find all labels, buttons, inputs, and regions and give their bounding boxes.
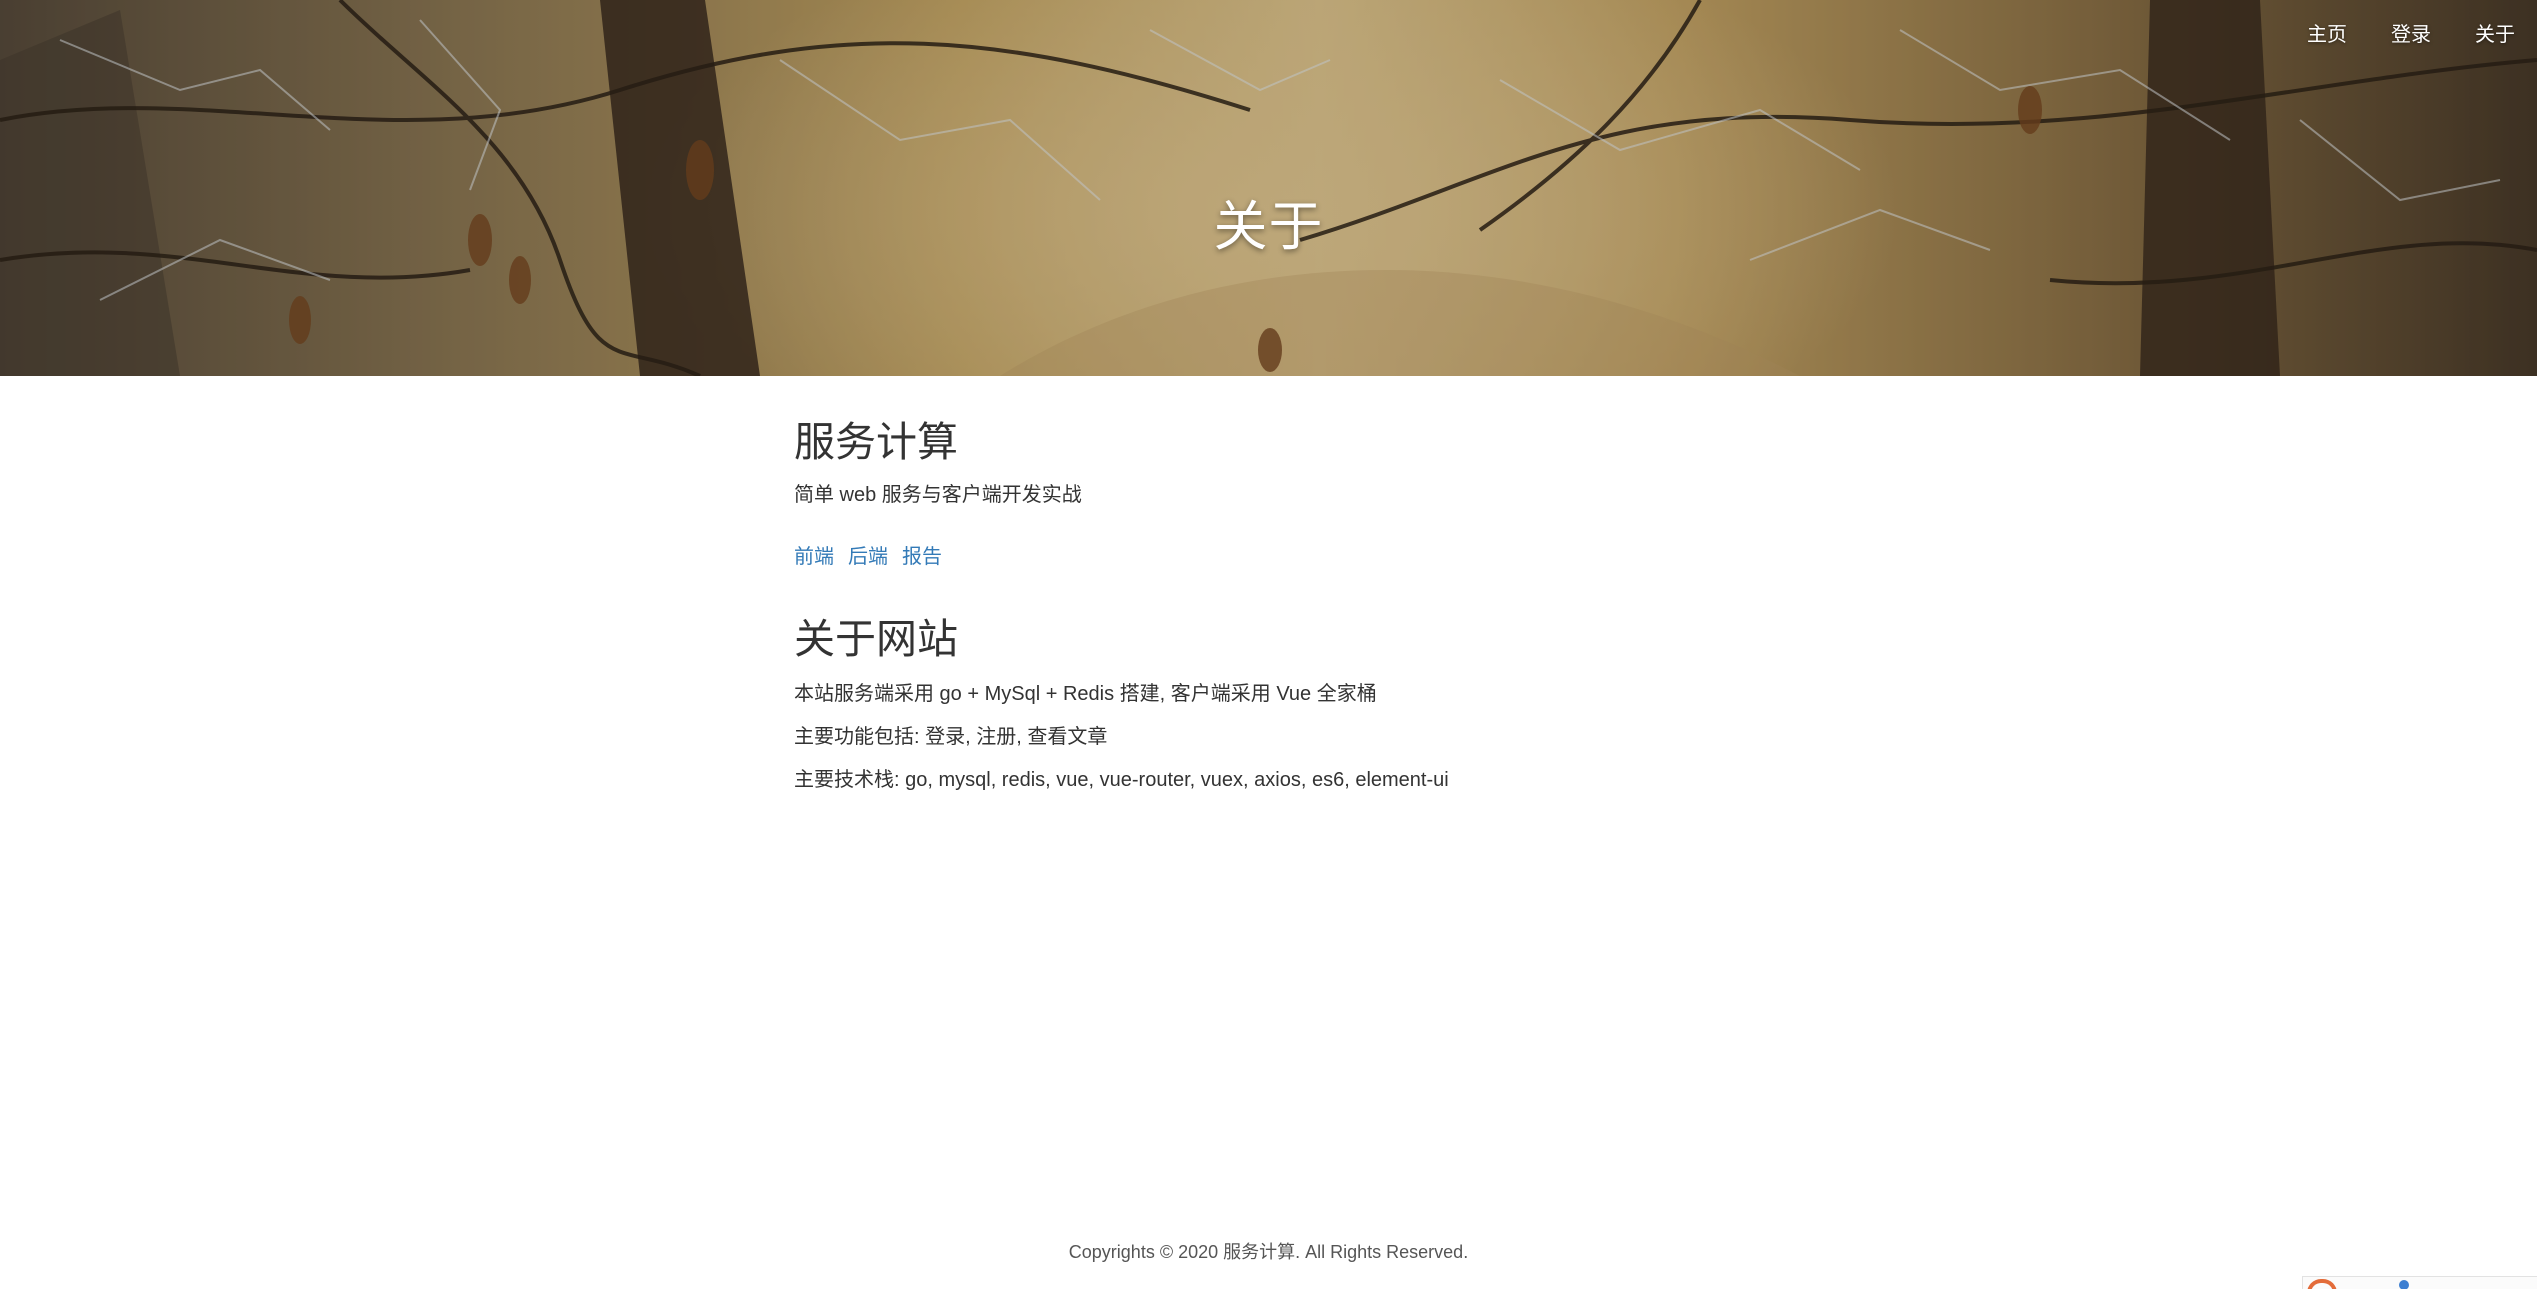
nav-login-link[interactable]: 登录	[2369, 16, 2453, 49]
backend-link[interactable]: 后端	[848, 540, 888, 569]
report-link[interactable]: 报告	[902, 540, 942, 569]
corner-widget[interactable]	[2302, 1276, 2537, 1289]
frontend-link[interactable]: 前端	[794, 540, 834, 569]
widget-dot-icon	[2399, 1280, 2409, 1289]
main-content: 服务计算 简单 web 服务与客户端开发实战 前端 后端 报告 关于网站 本站服…	[794, 419, 1744, 792]
nav-about-link[interactable]: 关于	[2453, 16, 2537, 49]
about-section: 关于网站 本站服务端采用 go + MySql + Redis 搭建, 客户端采…	[794, 616, 1744, 792]
course-section: 服务计算 简单 web 服务与客户端开发实战 前端 后端 报告	[794, 419, 1744, 569]
top-nav: 主页 登录 关于	[2285, 16, 2537, 49]
widget-logo-icon	[2307, 1279, 2337, 1289]
hero-banner: 主页 登录 关于 关于	[0, 0, 2537, 376]
course-title: 服务计算	[794, 419, 958, 465]
course-links: 前端 后端 报告	[794, 540, 1744, 569]
page-title: 关于	[1213, 197, 1324, 257]
about-title: 关于网站	[794, 616, 958, 663]
about-line: 主要功能包括: 登录, 注册, 查看文章	[794, 726, 1108, 749]
about-line: 主要技术栈: go, mysql, redis, vue, vue-router…	[794, 769, 1449, 792]
footer: Copyrights © 2020 服务计算. All Rights Reser…	[0, 1238, 2537, 1264]
copyright-text: Copyrights © 2020 服务计算. All Rights Reser…	[1068, 1242, 1469, 1262]
course-subtitle: 简单 web 服务与客户端开发实战	[794, 484, 1082, 507]
about-line: 本站服务端采用 go + MySql + Redis 搭建, 客户端采用 Vue…	[794, 683, 1377, 706]
nav-home-link[interactable]: 主页	[2285, 16, 2369, 49]
